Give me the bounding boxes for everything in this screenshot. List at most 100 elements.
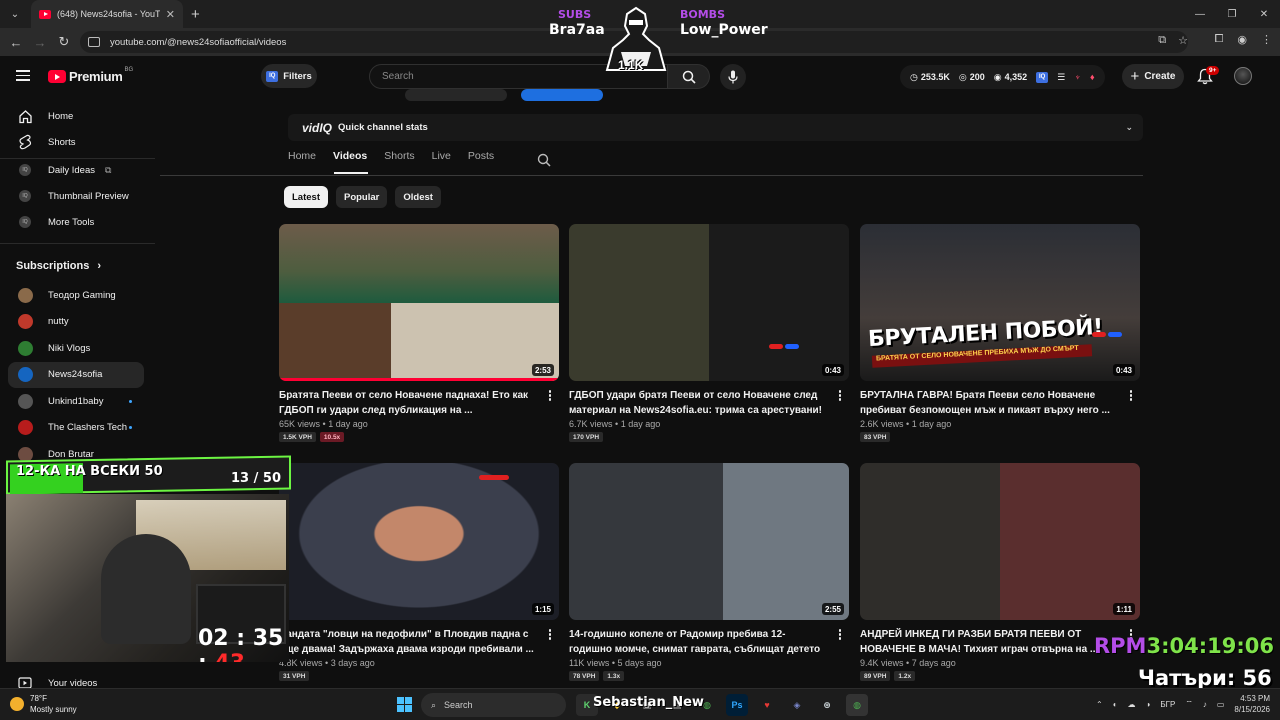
sidebar-item-shorts[interactable]: Shorts	[8, 129, 144, 155]
join-pill-partial[interactable]	[521, 89, 603, 101]
video-menu-kebab-icon[interactable]	[545, 390, 555, 401]
tray-cloud-icon[interactable]: ☁	[1128, 700, 1136, 709]
video-thumbnail[interactable]: БРУТАЛЕН ПОБОЙ! БРАТЯТА ОТ СЕЛО НОВАЧЕНЕ…	[860, 224, 1140, 381]
video-thumbnail[interactable]: 2:53	[279, 224, 559, 381]
overlay-bombs-label: BOMBS	[680, 8, 725, 21]
sidebar-item-daily-ideas[interactable]: IQ Daily Ideas ⧉	[8, 157, 144, 183]
channel-search-icon[interactable]	[537, 153, 551, 167]
create-button[interactable]: + Create	[1122, 64, 1184, 89]
video-card[interactable]: 2:55 14-годишно копеле от Радомир пребив…	[569, 463, 849, 681]
sidebar-subscription-item[interactable]: Unkind1baby	[8, 388, 144, 414]
video-title[interactable]: Братята Пееви от село Новачене паднаха! …	[279, 389, 537, 418]
subscribe-pill-partial[interactable]	[405, 89, 507, 101]
video-menu-kebab-icon[interactable]	[835, 390, 845, 401]
close-window-icon[interactable]: ✕	[1248, 0, 1280, 28]
account-avatar[interactable]	[1234, 67, 1252, 85]
restore-icon[interactable]: ❐	[1216, 0, 1248, 28]
youtube-premium-logo[interactable]: Premium BG	[48, 67, 133, 84]
sidebar-item-more-tools[interactable]: IQ More Tools	[8, 209, 144, 235]
chrome-active-icon[interactable]: ◍	[846, 694, 868, 716]
sidebar-subscription-item[interactable]: Niki Vlogs	[8, 335, 144, 361]
video-menu-kebab-icon[interactable]	[545, 629, 555, 640]
vidiq-quick-stats-bar[interactable]: vidIQ Quick channel stats ⌄	[288, 114, 1143, 141]
windows-start-icon[interactable]	[397, 697, 412, 712]
video-card[interactable]: 1:15 Бандата "ловци на педофили" в Пловд…	[279, 463, 559, 681]
video-title[interactable]: ГДБОП удари братя Пееви от село Новачене…	[569, 389, 827, 418]
video-meta: 6.7K views • 1 day ago	[569, 419, 661, 429]
weather-widget[interactable]: 78°F Mostly sunny	[10, 693, 77, 715]
video-views: 6.7K views	[569, 419, 613, 429]
tab-search-chevron-icon[interactable]: ⌄	[5, 4, 25, 24]
tab-close-icon[interactable]: ✕	[166, 8, 175, 21]
clock-time: 4:53 PM	[1240, 694, 1270, 703]
video-thumbnail[interactable]: 1:11	[860, 463, 1140, 620]
video-thumbnail[interactable]: 1:15	[279, 463, 559, 620]
video-duration: 2:55	[821, 603, 844, 615]
tray-chevron-icon[interactable]: ⌃	[1096, 700, 1103, 709]
install-app-icon[interactable]: ⧉	[1158, 34, 1166, 47]
trophy-icon[interactable]: ♆	[1074, 72, 1081, 82]
reload-icon[interactable]: ↻	[52, 34, 76, 50]
menu-kebab-icon[interactable]: ⋮	[1261, 33, 1272, 46]
back-icon[interactable]: ←	[4, 35, 28, 50]
vidiq-filters-button[interactable]: IQ Filters	[261, 64, 317, 88]
battery-icon[interactable]: ▭	[1217, 700, 1225, 709]
sidebar-item-home[interactable]: Home	[8, 103, 144, 129]
new-tab-icon[interactable]: +	[191, 6, 200, 23]
video-title[interactable]: 14-годишно копеле от Радомир пребива 12-…	[569, 628, 827, 657]
language-indicator[interactable]: БГР	[1160, 700, 1175, 709]
app-icon[interactable]: ◈	[786, 694, 808, 716]
video-thumbnail[interactable]: 0:43	[569, 224, 849, 381]
bookmark-star-icon[interactable]: ☆	[1178, 34, 1188, 47]
subscriptions-heading[interactable]: Subscriptions ›	[16, 260, 101, 272]
video-thumbnail[interactable]: 2:55	[569, 463, 849, 620]
tab-posts[interactable]: Posts	[468, 150, 494, 172]
sidebar-subscription-item[interactable]: The Clashers Tech	[8, 415, 144, 441]
volume-icon[interactable]: ♪	[1203, 700, 1207, 709]
hamburger-menu-icon[interactable]	[16, 70, 30, 81]
taskbar-clock[interactable]: 4:53 PM 8/15/2026	[1234, 693, 1270, 715]
profile-icon[interactable]: ◉	[1237, 33, 1247, 46]
video-card[interactable]: 0:43 ГДБОП удари братя Пееви от село Нов…	[569, 224, 849, 442]
sidebar-subscription-item[interactable]: nutty	[8, 309, 144, 335]
tray-app-icon[interactable]: ◑	[1146, 700, 1151, 709]
notification-dot-icon[interactable]: ♦	[1090, 72, 1095, 82]
sidebar-item-thumbnail-preview[interactable]: IQ Thumbnail Preview	[8, 183, 144, 209]
sidebar-subscription-item[interactable]: Теодор Gaming	[8, 282, 144, 308]
video-title[interactable]: БРУТАЛНА ГАВРА! Братя Пееви село Новачен…	[860, 389, 1118, 418]
video-menu-kebab-icon[interactable]	[1126, 390, 1136, 401]
tab-home[interactable]: Home	[288, 150, 316, 172]
minimize-icon[interactable]: —	[1184, 0, 1216, 28]
tab-shorts[interactable]: Shorts	[384, 150, 414, 172]
video-card[interactable]: 2:53 Братята Пееви от село Новачене падн…	[279, 224, 559, 442]
sidebar-subscription-item[interactable]: News24sofia	[8, 361, 144, 388]
taskbar-search[interactable]: ⌕ Search	[421, 693, 566, 717]
sidebar-item-label: Unkind1baby	[48, 395, 104, 407]
video-age: 1 day ago	[328, 419, 368, 429]
steam-icon[interactable]: ⊛	[816, 694, 838, 716]
wifi-icon[interactable]: ⌔	[1185, 699, 1193, 709]
new-content-dot	[129, 399, 132, 403]
vidiq-icon[interactable]: IQ	[1036, 71, 1049, 83]
photoshop-icon[interactable]: Ps	[726, 694, 748, 716]
thumbnail-image	[279, 224, 559, 303]
chip-latest[interactable]: Latest	[284, 186, 328, 208]
tray-app-icon[interactable]: ◐	[1113, 700, 1118, 709]
chip-popular[interactable]: Popular	[335, 186, 388, 208]
video-card[interactable]: БРУТАЛЕН ПОБОЙ! БРАТЯТА ОТ СЕЛО НОВАЧЕНЕ…	[860, 224, 1140, 442]
video-title[interactable]: АНДРЕЙ ИНКЕД ГИ РАЗБИ БРАТЯ ПЕЕВИ ОТ НОВ…	[860, 628, 1118, 657]
app-icon[interactable]: ♥	[756, 694, 778, 716]
video-menu-kebab-icon[interactable]	[835, 629, 845, 640]
list-icon[interactable]: ☰	[1057, 72, 1065, 83]
tab-videos[interactable]: Videos	[333, 150, 367, 172]
extensions-icon[interactable]: ⧠	[1215, 33, 1224, 46]
vidiq-stats-bar[interactable]: ◷ 253.5K ◎ 200 ◉ 4,352 IQ ☰ ♆ ♦	[900, 65, 1105, 89]
weather-temp: 78°F	[30, 694, 47, 703]
chip-oldest[interactable]: Oldest	[395, 186, 441, 208]
tab-live[interactable]: Live	[432, 150, 451, 172]
youtube-favicon-icon	[39, 9, 51, 19]
browser-tab[interactable]: (648) News24sofia - YouTube ✕	[31, 0, 183, 28]
site-info-icon[interactable]	[88, 37, 100, 47]
video-title[interactable]: Бандата "ловци на педофили" в Пловдив па…	[279, 628, 537, 657]
forward-icon[interactable]: →	[28, 35, 52, 50]
